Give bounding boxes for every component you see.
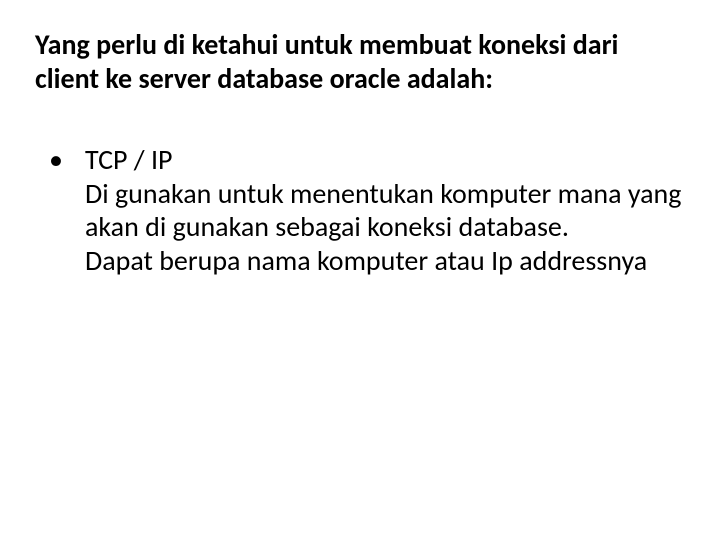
slide-heading: Yang perlu di ketahui untuk membuat kone… bbox=[35, 28, 685, 95]
bullet-item: • TCP / IP bbox=[35, 143, 685, 177]
bullet-detail-1: Di gunakan untuk menentukan komputer man… bbox=[35, 177, 685, 244]
slide-content: • TCP / IP Di gunakan untuk menentukan k… bbox=[35, 143, 685, 277]
bullet-marker: • bbox=[35, 143, 85, 177]
bullet-detail-2: Dapat berupa nama komputer atau Ip addre… bbox=[35, 244, 685, 278]
bullet-title: TCP / IP bbox=[85, 143, 685, 177]
